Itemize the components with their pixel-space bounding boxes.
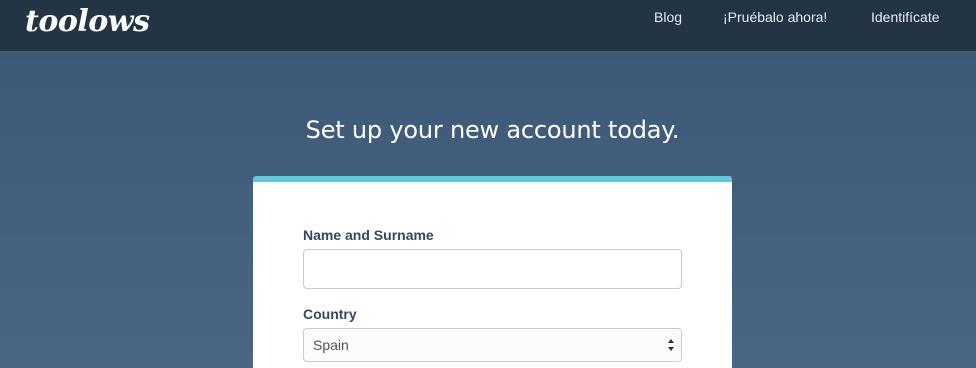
select-arrows-icon: [668, 339, 674, 351]
country-select[interactable]: Spain: [303, 328, 682, 362]
toolows-logo[interactable]: toolows: [25, 4, 150, 40]
name-surname-label: Name and Surname: [303, 227, 434, 243]
nav-link-login[interactable]: Identifícate: [871, 8, 940, 26]
nav-link-blog[interactable]: Blog: [654, 8, 682, 26]
top-navbar: toolows Blog ¡Pruébalo ahora! Identifíca…: [0, 0, 976, 51]
country-label: Country: [303, 306, 357, 322]
signup-form-card: Name and Surname Country Spain: [253, 176, 732, 368]
country-selected-value: Spain: [313, 337, 349, 353]
name-surname-input[interactable]: [303, 249, 682, 289]
page-headline: Set up your new account today.: [305, 116, 680, 144]
nav-link-try-now[interactable]: ¡Pruébalo ahora!: [723, 8, 827, 26]
